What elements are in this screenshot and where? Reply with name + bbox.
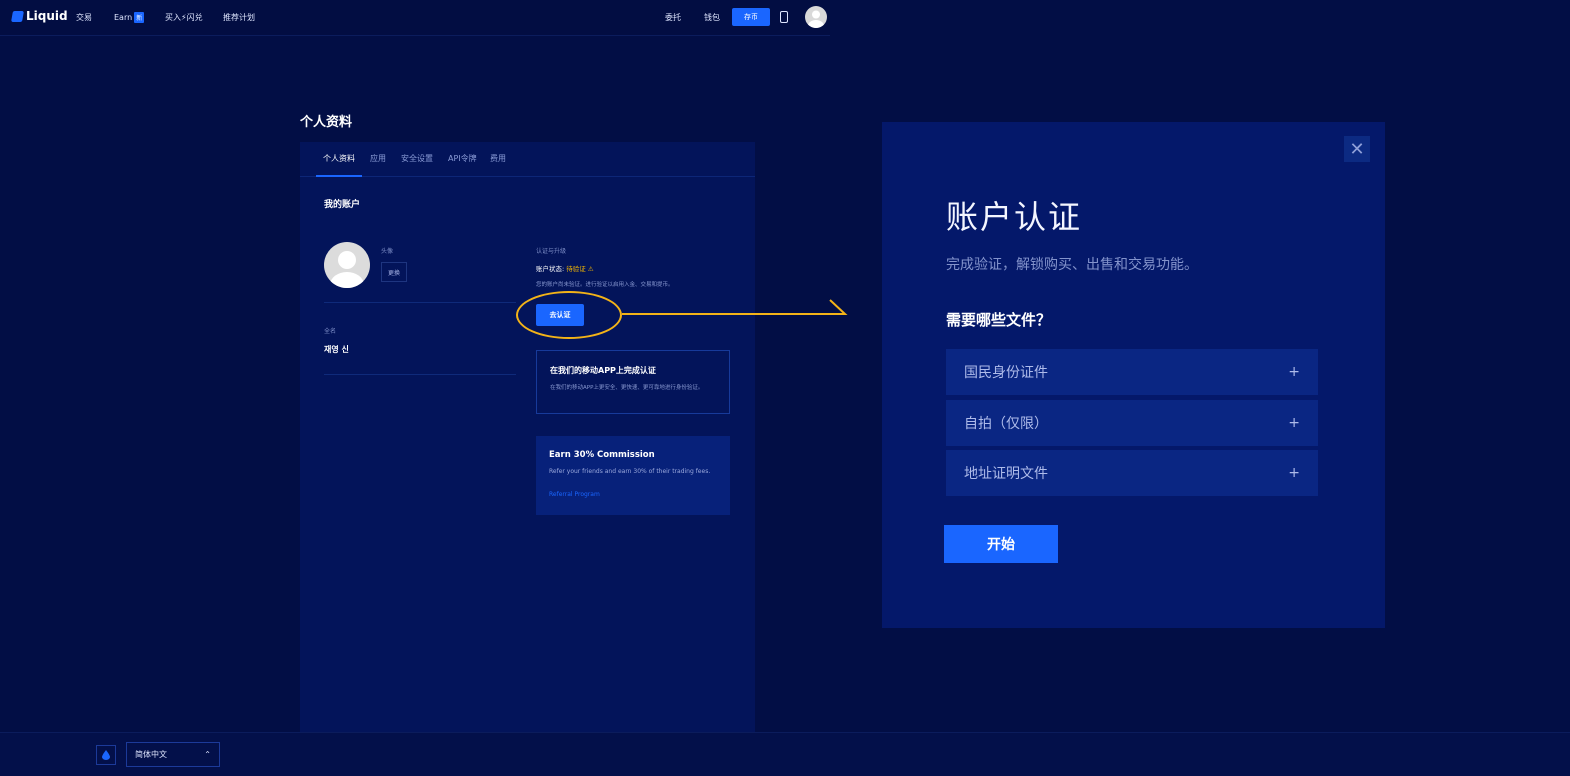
top-nav: Liquid 交易 Earn 新 买入⚡闪兑 推荐计划 委托 钱包 存币 bbox=[0, 0, 830, 36]
mobile-app-card[interactable]: 在我们的移动APP上完成认证 在我们的移动APP上更安全、更快速、更可靠地进行身… bbox=[536, 350, 730, 414]
close-icon[interactable]: ✕ bbox=[1344, 136, 1370, 162]
nav-item-buy-swap[interactable]: 买入⚡闪兑 bbox=[165, 12, 203, 23]
document-label: 自拍（仅限） bbox=[964, 416, 1048, 432]
profile-tabs: 个人资料 应用 安全设置 API令牌 费用 bbox=[300, 142, 755, 177]
change-avatar-button[interactable]: 更换 bbox=[381, 262, 407, 282]
profile-avatar bbox=[324, 242, 370, 288]
tab-apps[interactable]: 应用 bbox=[370, 153, 386, 164]
document-row-address-proof[interactable]: 地址证明文件 + bbox=[946, 450, 1318, 496]
document-label: 地址证明文件 bbox=[964, 466, 1048, 482]
tab-profile[interactable]: 个人资料 bbox=[323, 153, 355, 164]
app-card-description: 在我们的移动APP上更安全、更快速、更可靠地进行身份验证。 bbox=[550, 385, 704, 391]
modal-title: 账户认证 bbox=[946, 198, 1083, 236]
referral-card-description: Refer your friends and earn 30% of their… bbox=[549, 468, 711, 475]
user-avatar[interactable] bbox=[805, 6, 827, 28]
liquid-logo[interactable]: Liquid bbox=[11, 9, 68, 23]
status-badge: 待验证 ⚠ bbox=[566, 265, 594, 273]
verification-description: 您的账户尚未验证。进行验证以启用入金、交易和提币。 bbox=[536, 282, 674, 288]
document-label: 国民身份证件 bbox=[964, 365, 1048, 381]
app-card-title: 在我们的移动APP上完成认证 bbox=[550, 366, 656, 375]
language-value: 简体中文 bbox=[135, 750, 167, 759]
tab-api[interactable]: API令牌 bbox=[448, 153, 477, 164]
nav-item-trade[interactable]: 交易 bbox=[76, 12, 92, 23]
divider bbox=[324, 302, 516, 303]
avatar-person-icon bbox=[330, 251, 364, 288]
highlight-circle bbox=[516, 291, 622, 339]
document-row-selfie[interactable]: 自拍（仅限） + bbox=[946, 400, 1318, 446]
plus-icon: + bbox=[1288, 364, 1300, 380]
avatar-label: 头像 bbox=[381, 248, 394, 255]
avatar-person-icon bbox=[808, 10, 824, 28]
nav-item-referral[interactable]: 推荐计划 bbox=[223, 12, 255, 23]
plus-icon: + bbox=[1288, 465, 1300, 481]
account-status-label: 账户状态: bbox=[536, 265, 565, 273]
plus-icon: + bbox=[1288, 415, 1300, 431]
referral-card: Earn 30% Commission Refer your friends a… bbox=[536, 436, 730, 515]
tab-fees[interactable]: 费用 bbox=[490, 153, 506, 164]
account-verification-modal: ✕ 账户认证 完成验证，解锁购买、出售和交易功能。 需要哪些文件？ 国民身份证件… bbox=[882, 122, 1385, 628]
nav-item-wallet[interactable]: 钱包 bbox=[704, 12, 720, 23]
footer: 简体中文 ⌃ bbox=[0, 732, 1570, 776]
liquid-logo-icon bbox=[11, 10, 24, 22]
documents-question: 需要哪些文件？ bbox=[946, 311, 1052, 329]
full-name-label: 全名 bbox=[324, 328, 337, 335]
nav-item-orders[interactable]: 委托 bbox=[665, 12, 681, 23]
my-account-heading: 我的账户 bbox=[324, 200, 361, 210]
modal-subtitle: 完成验证，解锁购买、出售和交易功能。 bbox=[946, 257, 1198, 273]
page-title: 个人资料 bbox=[300, 115, 353, 130]
new-badge: 新 bbox=[134, 12, 145, 23]
annotation-arrow-icon bbox=[622, 299, 848, 315]
nav-item-earn[interactable]: Earn 新 bbox=[114, 12, 145, 23]
referral-card-title: Earn 30% Commission bbox=[549, 450, 655, 460]
divider bbox=[324, 374, 516, 375]
active-tab-indicator bbox=[316, 175, 362, 177]
drop-icon bbox=[102, 750, 110, 760]
account-status: 账户状态: 待验证 ⚠ bbox=[536, 263, 594, 273]
start-button[interactable]: 开始 bbox=[944, 525, 1058, 563]
mobile-app-icon[interactable] bbox=[780, 11, 788, 23]
deposit-button[interactable]: 存币 bbox=[732, 8, 770, 26]
nav-item-earn-label: Earn bbox=[114, 13, 133, 22]
chevron-up-icon: ⌃ bbox=[204, 750, 211, 759]
tab-security[interactable]: 安全设置 bbox=[401, 153, 433, 164]
full-name-value: 재영 신 bbox=[324, 345, 349, 354]
liquid-drop-icon bbox=[96, 745, 116, 765]
logo-text: Liquid bbox=[26, 9, 68, 23]
profile-panel: 个人资料 应用 安全设置 API令牌 费用 我的账户 头像 更换 全名 재영 신… bbox=[300, 142, 755, 734]
language-select[interactable]: 简体中文 ⌃ bbox=[126, 742, 220, 767]
document-row-national-id[interactable]: 国民身份证件 + bbox=[946, 349, 1318, 395]
verification-heading: 认证与升级 bbox=[536, 248, 567, 255]
referral-program-link[interactable]: Referral Program bbox=[549, 491, 600, 498]
